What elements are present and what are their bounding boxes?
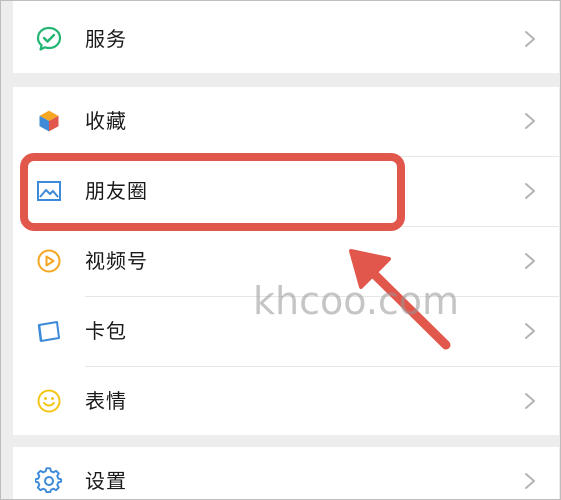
menu-label-settings: 设置	[85, 469, 127, 493]
chevron-right-icon	[523, 321, 537, 341]
menu-item-stickers[interactable]: 表情	[13, 367, 559, 435]
card-wallet-icon	[35, 317, 63, 345]
menu-label-stickers: 表情	[85, 389, 127, 413]
settings-card: 设置	[13, 447, 559, 499]
main-menu-card: 收藏 朋友圈 视频号 卡包 表情	[13, 87, 559, 435]
menu-item-services[interactable]: 服务	[13, 5, 559, 73]
services-check-icon	[35, 25, 63, 53]
chevron-right-icon	[523, 111, 537, 131]
sticker-smile-icon	[35, 387, 63, 415]
menu-item-moments[interactable]: 朋友圈	[13, 157, 559, 225]
chevron-right-icon	[523, 251, 537, 271]
menu-item-settings[interactable]: 设置	[13, 447, 559, 499]
channels-play-icon	[35, 247, 63, 275]
chevron-right-icon	[523, 29, 537, 49]
menu-label-moments: 朋友圈	[85, 179, 148, 203]
screenshot-frame: 服务 收藏 朋友圈 视频号 卡包 表情 设置 khcoo.com	[0, 0, 561, 500]
chevron-right-icon	[523, 471, 537, 491]
watermark-text: khcoo.com	[253, 279, 460, 323]
menu-label-channels: 视频号	[85, 249, 148, 273]
menu-item-favorites[interactable]: 收藏	[13, 87, 559, 155]
moments-image-icon	[35, 177, 63, 205]
services-card: 服务	[13, 1, 559, 73]
chevron-right-icon	[523, 181, 537, 201]
favorites-cube-icon	[35, 107, 63, 135]
menu-label-favorites: 收藏	[85, 109, 127, 133]
settings-gear-icon	[35, 467, 63, 495]
chevron-right-icon	[523, 391, 537, 411]
menu-label-cards: 卡包	[85, 319, 127, 343]
menu-label-services: 服务	[85, 27, 127, 51]
